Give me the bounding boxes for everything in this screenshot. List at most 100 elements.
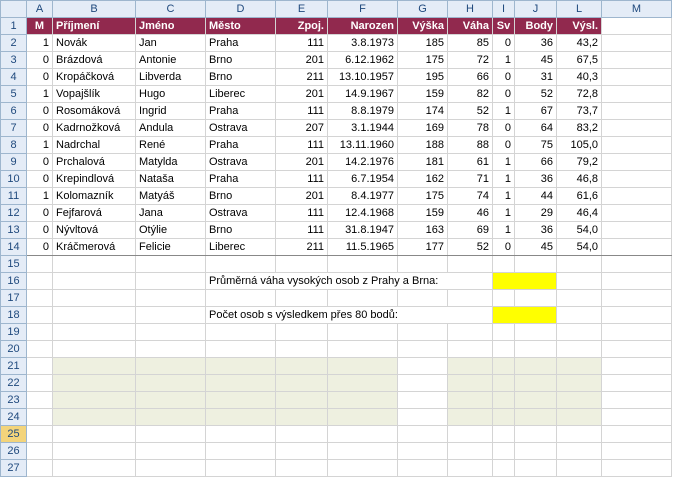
cell[interactable] xyxy=(515,341,557,358)
col-B[interactable]: B xyxy=(53,1,136,18)
cell[interactable]: Nadrchal xyxy=(53,137,136,154)
cell[interactable]: 0 xyxy=(27,239,53,256)
range-cell[interactable] xyxy=(136,392,206,409)
cell[interactable]: Hugo xyxy=(136,86,206,103)
col-M[interactable]: M xyxy=(602,1,672,18)
range-cell[interactable] xyxy=(276,375,328,392)
cell[interactable]: 159 xyxy=(398,205,448,222)
cell[interactable] xyxy=(328,460,398,477)
cell[interactable] xyxy=(448,443,493,460)
cell[interactable]: 211 xyxy=(276,69,328,86)
cell[interactable]: 1 xyxy=(27,35,53,52)
range-cell[interactable] xyxy=(493,375,515,392)
col-J[interactable]: J xyxy=(515,1,557,18)
cell[interactable]: Jana xyxy=(136,205,206,222)
cell[interactable]: 64 xyxy=(515,120,557,137)
cell[interactable]: 14.2.1976 xyxy=(328,154,398,171)
row-26[interactable]: 26 xyxy=(1,443,27,460)
range-cell[interactable] xyxy=(557,375,602,392)
cell[interactable] xyxy=(602,69,672,86)
cell[interactable]: 3.1.1944 xyxy=(328,120,398,137)
row-11[interactable]: 11 xyxy=(1,188,27,205)
cell[interactable]: Praha xyxy=(206,137,276,154)
cell[interactable]: Antonie xyxy=(136,52,206,69)
cell[interactable] xyxy=(557,256,602,273)
cell[interactable]: Brno xyxy=(206,52,276,69)
cell[interactable]: 185 xyxy=(398,35,448,52)
cell[interactable] xyxy=(557,443,602,460)
col-F[interactable]: F xyxy=(328,1,398,18)
cell[interactable]: 169 xyxy=(398,120,448,137)
row-25[interactable]: 25 xyxy=(1,426,27,443)
range-cell[interactable] xyxy=(53,409,136,426)
row-5[interactable]: 5 xyxy=(1,86,27,103)
cell[interactable] xyxy=(602,137,672,154)
cell[interactable] xyxy=(557,460,602,477)
cell[interactable]: Brno xyxy=(206,69,276,86)
cell[interactable]: 8.8.1979 xyxy=(328,103,398,120)
cell[interactable]: 111 xyxy=(276,137,328,154)
cell[interactable]: 78 xyxy=(448,120,493,137)
cell[interactable] xyxy=(493,256,515,273)
cell[interactable] xyxy=(136,426,206,443)
row-15[interactable]: 15 xyxy=(1,256,27,273)
cell[interactable] xyxy=(602,205,672,222)
cell[interactable]: 1 xyxy=(493,171,515,188)
cell[interactable] xyxy=(276,324,328,341)
result-count[interactable] xyxy=(493,307,557,324)
cell[interactable] xyxy=(206,290,276,307)
cell[interactable]: Kolomazník xyxy=(53,188,136,205)
cell[interactable] xyxy=(206,324,276,341)
col-E[interactable]: E xyxy=(276,1,328,18)
cell[interactable]: 12.4.1968 xyxy=(328,205,398,222)
cell[interactable] xyxy=(398,341,448,358)
cell[interactable] xyxy=(136,341,206,358)
cell[interactable] xyxy=(515,324,557,341)
cell[interactable]: 159 xyxy=(398,86,448,103)
cell[interactable] xyxy=(136,460,206,477)
row-9[interactable]: 9 xyxy=(1,154,27,171)
cell[interactable]: 0 xyxy=(27,154,53,171)
cell[interactable]: 44 xyxy=(515,188,557,205)
cell[interactable]: 111 xyxy=(276,222,328,239)
cell[interactable]: 54,0 xyxy=(557,239,602,256)
cell[interactable] xyxy=(398,443,448,460)
cell[interactable]: 6.12.1962 xyxy=(328,52,398,69)
cell[interactable] xyxy=(448,426,493,443)
cell[interactable]: Brázdová xyxy=(53,52,136,69)
cell[interactable]: 0 xyxy=(27,222,53,239)
cell[interactable]: 0 xyxy=(493,86,515,103)
cell[interactable]: 0 xyxy=(27,171,53,188)
cell[interactable] xyxy=(53,460,136,477)
row-17[interactable]: 17 xyxy=(1,290,27,307)
cell[interactable] xyxy=(602,239,672,256)
cell[interactable] xyxy=(557,341,602,358)
cell[interactable] xyxy=(602,35,672,52)
cell[interactable]: 14.9.1967 xyxy=(328,86,398,103)
range-cell[interactable] xyxy=(493,409,515,426)
cell[interactable] xyxy=(206,341,276,358)
cell[interactable]: 31.8.1947 xyxy=(328,222,398,239)
cell[interactable] xyxy=(27,324,53,341)
cell[interactable] xyxy=(328,324,398,341)
cell[interactable] xyxy=(53,443,136,460)
cell[interactable]: 75 xyxy=(515,137,557,154)
row-1[interactable]: 1 xyxy=(1,18,27,35)
cell[interactable] xyxy=(398,290,448,307)
cell[interactable] xyxy=(448,460,493,477)
cell[interactable]: Praha xyxy=(206,171,276,188)
cell[interactable]: Libverda xyxy=(136,69,206,86)
cell[interactable]: 52 xyxy=(448,239,493,256)
cell[interactable] xyxy=(602,256,672,273)
cell[interactable]: 29 xyxy=(515,205,557,222)
cell[interactable] xyxy=(53,324,136,341)
cell[interactable]: 0 xyxy=(27,69,53,86)
cell[interactable] xyxy=(602,171,672,188)
cell[interactable] xyxy=(276,426,328,443)
cell[interactable]: 69 xyxy=(448,222,493,239)
cell[interactable]: 67 xyxy=(515,103,557,120)
cell[interactable]: Novák xyxy=(53,35,136,52)
row-14[interactable]: 14 xyxy=(1,239,27,256)
cell[interactable]: Ostrava xyxy=(206,120,276,137)
cell[interactable]: 1 xyxy=(493,188,515,205)
